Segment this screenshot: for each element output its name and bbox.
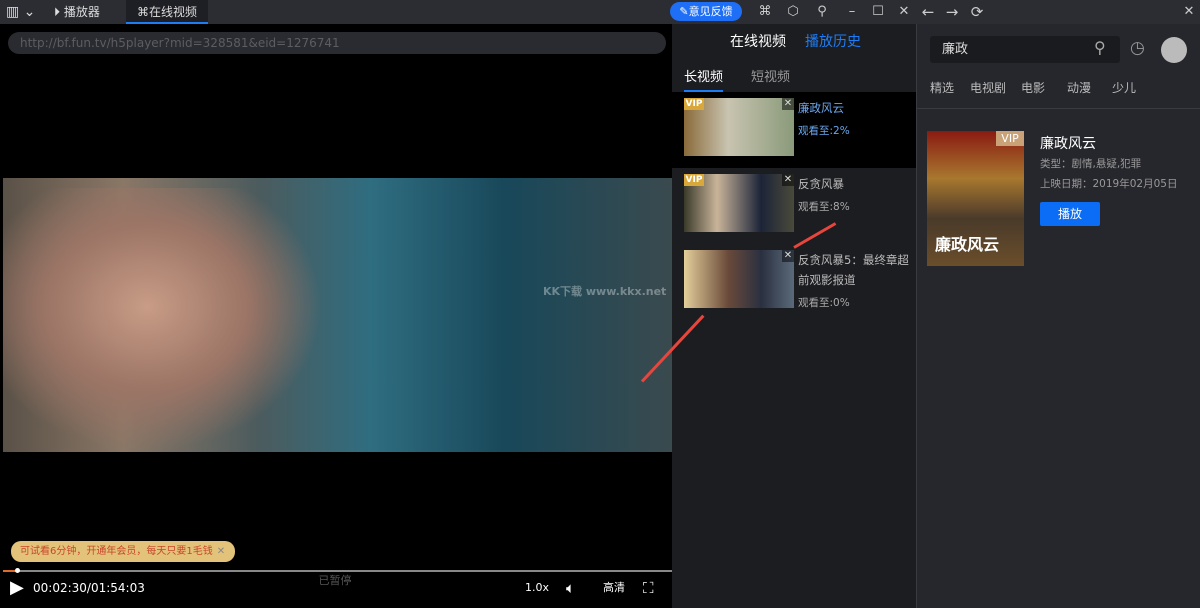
category-movie[interactable]: 电影 — [1021, 79, 1045, 96]
browser-pane — [916, 0, 1200, 608]
grid-icon[interactable]: ⌘ — [755, 0, 775, 24]
maximize-icon[interactable]: ☐ — [868, 0, 888, 24]
thumbnail[interactable] — [684, 250, 794, 308]
pin-icon[interactable]: ⚲ — [812, 0, 832, 24]
video-face — [3, 188, 323, 452]
trial-text: 可试看6分钟，开通年会员，每天只要1毛钱 — [20, 546, 213, 557]
paused-label: 已暂停 — [318, 574, 352, 587]
progress-handle[interactable] — [15, 568, 20, 573]
volume-icon[interactable]: 🔈︎ — [566, 579, 575, 597]
result-genre: 类型：剧情,悬疑,犯罪 — [1040, 158, 1142, 170]
poster[interactable]: VIP 廉政风云 — [927, 131, 1024, 266]
edit-icon: ✎ — [679, 5, 689, 18]
vip-badge: VIP — [996, 131, 1024, 146]
trial-notice[interactable]: 可试看6分钟，开通年会员，每天只要1毛钱 ✕ — [11, 541, 235, 562]
time-display: 00:02:30/01:54:03 — [33, 581, 145, 595]
back-icon[interactable]: ← — [918, 0, 938, 24]
cube-icon[interactable]: ⬡ — [783, 0, 803, 24]
item-progress: 观看至:0% — [798, 297, 850, 309]
play-circle-icon: ⏵ — [54, 5, 61, 19]
speed-button[interactable]: 1.0x — [525, 579, 549, 597]
divider — [916, 108, 1200, 109]
play-button[interactable]: 播放 — [1040, 202, 1100, 226]
tab-player[interactable]: ⏵ 播放器 — [54, 0, 100, 24]
item-title: 反贪风暴 — [798, 177, 844, 191]
search-input[interactable]: 廉政 — [930, 36, 1120, 63]
fullscreen-icon[interactable]: ⛶ — [643, 579, 654, 597]
layout-menu-icon[interactable]: ▥ ⌄ — [6, 0, 35, 24]
video-frame[interactable]: KK下载 www.kkx.net — [3, 178, 672, 452]
minimize-icon[interactable]: – — [842, 0, 862, 24]
panel-tab-online[interactable]: 在线视频 — [730, 31, 786, 51]
remove-icon[interactable]: ✕ — [782, 98, 794, 110]
play-icon[interactable]: ▶ — [10, 579, 24, 597]
feedback-button[interactable]: ✎意见反馈 — [670, 2, 742, 21]
feedback-label: 意见反馈 — [688, 5, 733, 18]
category-anime[interactable]: 动漫 — [1067, 79, 1091, 96]
item-progress: 观看至:2% — [798, 125, 850, 137]
grid-icon: ⌘ — [136, 5, 149, 19]
poster-title: 廉政风云 — [935, 235, 1000, 254]
item-progress: 观看至:8% — [798, 201, 850, 213]
search-icon[interactable]: ⚲ — [1094, 38, 1106, 57]
quality-button[interactable]: 高清 — [603, 579, 625, 597]
refresh-icon[interactable]: ⟳ — [967, 0, 987, 24]
subtab-short[interactable]: 短视频 — [751, 66, 790, 85]
watermark: KK下载 www.kkx.net — [543, 285, 667, 298]
tab-label: 在线视频 — [148, 5, 197, 19]
category-featured[interactable]: 精选 — [930, 79, 954, 96]
item-title: 反贪风暴5：最终章超前观影报道 — [798, 253, 909, 287]
close-icon[interactable]: ✕ — [1179, 0, 1199, 24]
vip-badge: VIP — [684, 174, 704, 186]
url-bar[interactable]: http://bf.fun.tv/h5player?mid=328581&eid… — [8, 32, 666, 54]
tab-label: 播放器 — [63, 5, 100, 19]
result-date: 上映日期：2019年02月05日 — [1040, 178, 1178, 190]
category-tv[interactable]: 电视剧 — [970, 79, 1006, 96]
result-title[interactable]: 廉政风云 — [1040, 133, 1096, 153]
history-icon[interactable]: ◷ — [1130, 38, 1145, 58]
close-icon[interactable]: ✕ — [217, 546, 225, 557]
tab-online-video[interactable]: ⌘在线视频 — [126, 0, 208, 24]
forward-icon[interactable]: → — [942, 0, 962, 24]
category-kids[interactable]: 少儿 — [1112, 79, 1136, 96]
panel-tab-history[interactable]: 播放历史 — [805, 31, 861, 51]
subtab-long[interactable]: 长视频 — [684, 66, 724, 92]
remove-icon[interactable]: ✕ — [782, 250, 794, 262]
avatar[interactable] — [1161, 37, 1187, 63]
close-icon[interactable]: ✕ — [894, 0, 914, 24]
remove-icon[interactable]: ✕ — [782, 174, 794, 186]
vip-badge: VIP — [684, 98, 704, 110]
item-title: 廉政风云 — [798, 101, 844, 115]
